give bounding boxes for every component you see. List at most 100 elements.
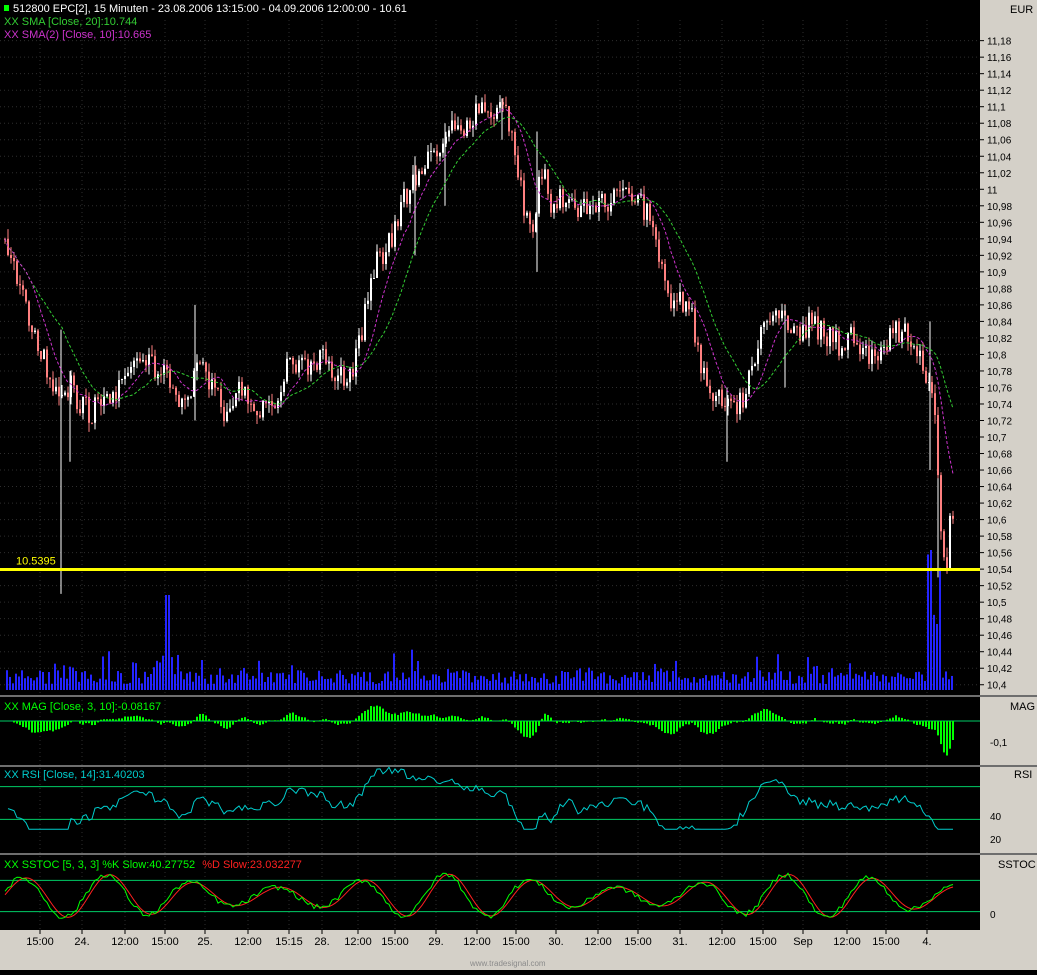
volume-bar — [681, 679, 683, 690]
volume-bar — [888, 682, 890, 690]
candle-body — [547, 169, 549, 194]
volume-bar — [843, 675, 845, 690]
currency-label: EUR — [1010, 4, 1033, 16]
volume-bar — [807, 657, 809, 690]
candle-body — [76, 385, 78, 410]
candle-body — [742, 392, 744, 408]
candle-body — [16, 261, 18, 284]
volume-bar — [639, 680, 641, 690]
volume-bar — [774, 672, 776, 690]
candle-body — [934, 393, 936, 416]
candle-body — [436, 150, 438, 157]
time-tick-label: 4. — [922, 936, 931, 948]
candle-body — [430, 150, 432, 152]
candle-body — [301, 357, 303, 361]
candle-body — [886, 346, 888, 351]
volume-bar — [636, 672, 638, 690]
candle-body — [757, 348, 759, 364]
candle-body — [907, 323, 909, 342]
volume-bar — [777, 654, 779, 690]
volume-bar — [51, 683, 53, 690]
volume-bar — [480, 675, 482, 690]
candle-body — [526, 212, 528, 216]
candle-body — [388, 233, 390, 253]
candle-body — [778, 310, 780, 319]
volume-bar — [564, 672, 566, 690]
volume-bar — [657, 671, 659, 690]
volume-bar — [105, 679, 107, 690]
candle-body — [517, 155, 519, 178]
price-tick-label: 11,14 — [987, 70, 1012, 81]
volume-bar — [60, 677, 62, 690]
volume-bar — [126, 683, 128, 690]
volume-bar — [222, 675, 224, 690]
volume-bar — [507, 683, 509, 690]
candle-body — [628, 187, 630, 194]
volume-bar — [213, 683, 215, 690]
volume-bar — [522, 681, 524, 690]
volume-bar — [741, 678, 743, 690]
candle-body — [802, 325, 804, 341]
volume-bar — [648, 675, 650, 690]
volume-bar — [948, 679, 950, 690]
volume-bar — [372, 682, 374, 690]
candle-body — [751, 365, 753, 371]
volume-bar — [144, 671, 146, 690]
price-tick-label: 11,12 — [987, 86, 1012, 97]
candle-body — [151, 354, 153, 357]
volume-bar — [591, 670, 593, 690]
volume-bar — [477, 679, 479, 690]
candle-body — [256, 411, 258, 416]
candle-body — [481, 102, 483, 113]
volume-bar — [42, 672, 44, 690]
volume-bar — [297, 670, 299, 690]
candle-body — [499, 102, 501, 108]
volume-bar — [402, 672, 404, 690]
candle-body — [259, 415, 261, 418]
volume-bar — [264, 682, 266, 690]
candle-body — [748, 370, 750, 394]
volume-bar — [642, 672, 644, 690]
volume-bar — [510, 676, 512, 690]
volume-bar — [408, 677, 410, 690]
candle-body — [952, 515, 954, 519]
volume-bar — [612, 678, 614, 690]
volume-bar — [132, 662, 134, 690]
volume-bar — [30, 678, 32, 690]
volume-bar — [12, 683, 14, 690]
candle-body — [862, 348, 864, 355]
rsi-tick-label: 20 — [990, 835, 1002, 846]
candle-body — [304, 357, 306, 360]
volume-bar — [912, 678, 914, 690]
candle-body — [148, 354, 150, 366]
candle-body — [64, 392, 66, 395]
volume-bar — [102, 656, 104, 690]
candle-body — [664, 263, 666, 281]
candle-body — [25, 289, 27, 302]
candle-body — [841, 348, 843, 356]
price-tick-label: 10,76 — [987, 383, 1012, 394]
chart-window: 10.5395 11,18 11,16 11,14 11,12 11,1 11,08 11,… — [0, 0, 1037, 970]
time-tick-label: 15:00 — [502, 936, 530, 948]
volume-bar — [873, 672, 875, 690]
candle-body — [334, 377, 336, 382]
volume-bar — [501, 682, 503, 690]
price-tick-label: 11,18 — [987, 37, 1012, 48]
candle-body — [859, 344, 861, 355]
candle-body — [343, 366, 345, 386]
candle-body — [397, 221, 399, 227]
volume-bar — [219, 668, 221, 690]
volume-bar — [495, 679, 497, 690]
volume-bar — [180, 671, 182, 690]
volume-bar — [783, 679, 785, 690]
volume-bar — [744, 676, 746, 690]
volume-bar — [750, 681, 752, 690]
candle-body — [883, 346, 885, 348]
volume-bar — [693, 677, 695, 690]
volume-bar — [675, 660, 677, 690]
candle-body — [619, 190, 621, 192]
volume-bar — [798, 675, 800, 690]
candle-body — [46, 349, 48, 378]
candle-body — [358, 335, 360, 349]
volume-bar — [384, 673, 386, 690]
